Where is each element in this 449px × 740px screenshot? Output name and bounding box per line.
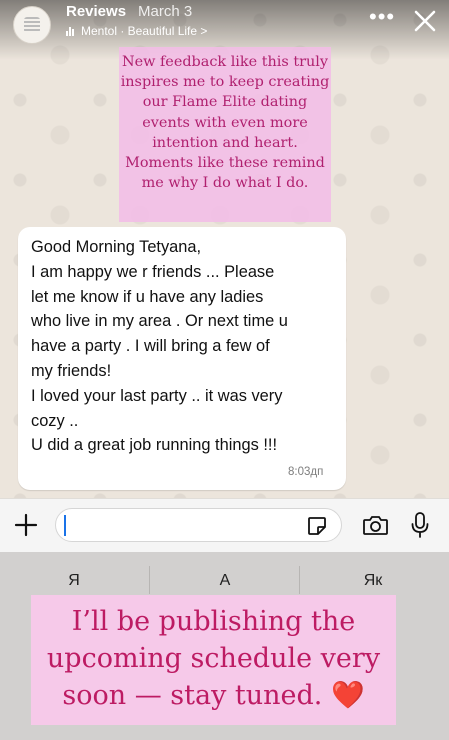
message-line: let me know if u have any ladies [31,287,264,306]
story-text-top: New feedback like this truly inspires me… [120,54,330,192]
message-line: my friends! [31,361,112,380]
story-line: I’ll be publishing the [71,606,356,637]
heart-emoji: ❤️ [331,680,365,711]
post-time: March 3 [138,3,193,20]
suggestion-divider [149,566,150,594]
story-line: soon — stay tuned. ❤️ [31,677,396,714]
message-line: U did a great job running things !!! [31,436,278,455]
text-cursor [64,515,66,536]
suggestion-divider [299,566,300,594]
close-icon[interactable] [412,8,438,34]
keyboard-suggestion-3[interactable]: Як [343,572,403,590]
message-line: who live in my area . Or next time u [31,312,288,331]
message-line: I loved your last party .. it was very [31,386,283,405]
message-time: 8:03дп [288,466,324,478]
story-text-bottom: I’ll be publishing the upcoming schedule… [31,603,396,714]
account-name[interactable]: Reviews [66,3,126,20]
story-line: upcoming schedule very [46,643,381,674]
music-bars-icon [66,26,74,36]
more-icon[interactable]: ••• [369,6,394,32]
message-text: Good Morning Tetyana, I am happy we r fr… [31,235,343,458]
story-header: Reviews March 3 Mentol · Beautiful Life … [0,0,449,50]
keyboard-suggestion-2[interactable]: А [195,572,255,590]
mic-icon[interactable] [410,511,430,539]
message-line: cozy .. [31,411,79,430]
story-line-text: soon — stay tuned. [62,680,323,711]
message-line: Good Morning Tetyana, [31,238,202,256]
message-line: have a party . I will bring a few of [31,337,270,356]
plus-icon[interactable] [14,513,38,537]
message-line: I am happy we r friends ... Please [31,262,275,281]
sticker-icon[interactable] [306,515,328,537]
message-input[interactable] [55,508,342,542]
camera-icon[interactable] [362,514,389,536]
music-label: Mentol · Beautiful Life > [81,24,208,38]
avatar[interactable] [13,6,51,44]
music-label-row[interactable]: Mentol · Beautiful Life > [66,24,207,38]
keyboard-suggestion-1[interactable]: Я [44,572,104,590]
